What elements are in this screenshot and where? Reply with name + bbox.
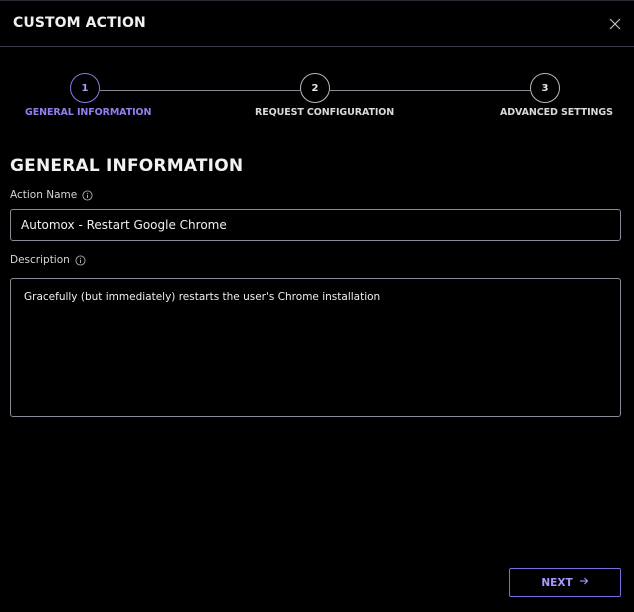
stepper: 1 2 3 GENERAL INFORMATION REQUEST CONFIG…: [0, 71, 634, 127]
arrow-right-icon: [579, 576, 589, 589]
info-icon[interactable]: [82, 189, 93, 201]
custom-action-modal: CUSTOM ACTION 1 2 3 GENERAL INFORMATION …: [0, 0, 634, 612]
description-label: Description: [10, 254, 86, 266]
step-2-circle[interactable]: 2: [300, 73, 330, 103]
action-name-label-text: Action Name: [10, 189, 78, 201]
close-icon[interactable]: [605, 14, 625, 34]
section-title: GENERAL INFORMATION: [10, 156, 244, 176]
next-button-label: NEXT: [541, 576, 573, 589]
step-2-label[interactable]: REQUEST CONFIGURATION: [255, 107, 394, 118]
action-name-label: Action Name: [10, 189, 93, 201]
info-icon[interactable]: [75, 254, 86, 266]
modal-header: CUSTOM ACTION: [0, 1, 634, 47]
description-value: Gracefully (but immediately) restarts th…: [24, 291, 381, 303]
action-name-value: Automox - Restart Google Chrome: [21, 218, 227, 232]
modal-title: CUSTOM ACTION: [13, 15, 146, 31]
step-connector: [330, 90, 530, 91]
next-button[interactable]: NEXT: [509, 568, 621, 597]
action-name-input[interactable]: Automox - Restart Google Chrome: [10, 209, 621, 241]
description-textarea[interactable]: Gracefully (but immediately) restarts th…: [10, 278, 621, 417]
step-3-circle[interactable]: 3: [530, 73, 560, 103]
step-connector: [100, 90, 300, 91]
step-1-label[interactable]: GENERAL INFORMATION: [25, 107, 151, 118]
step-3-label[interactable]: ADVANCED SETTINGS: [500, 107, 613, 118]
description-label-text: Description: [10, 254, 70, 266]
step-1-circle[interactable]: 1: [70, 73, 100, 103]
